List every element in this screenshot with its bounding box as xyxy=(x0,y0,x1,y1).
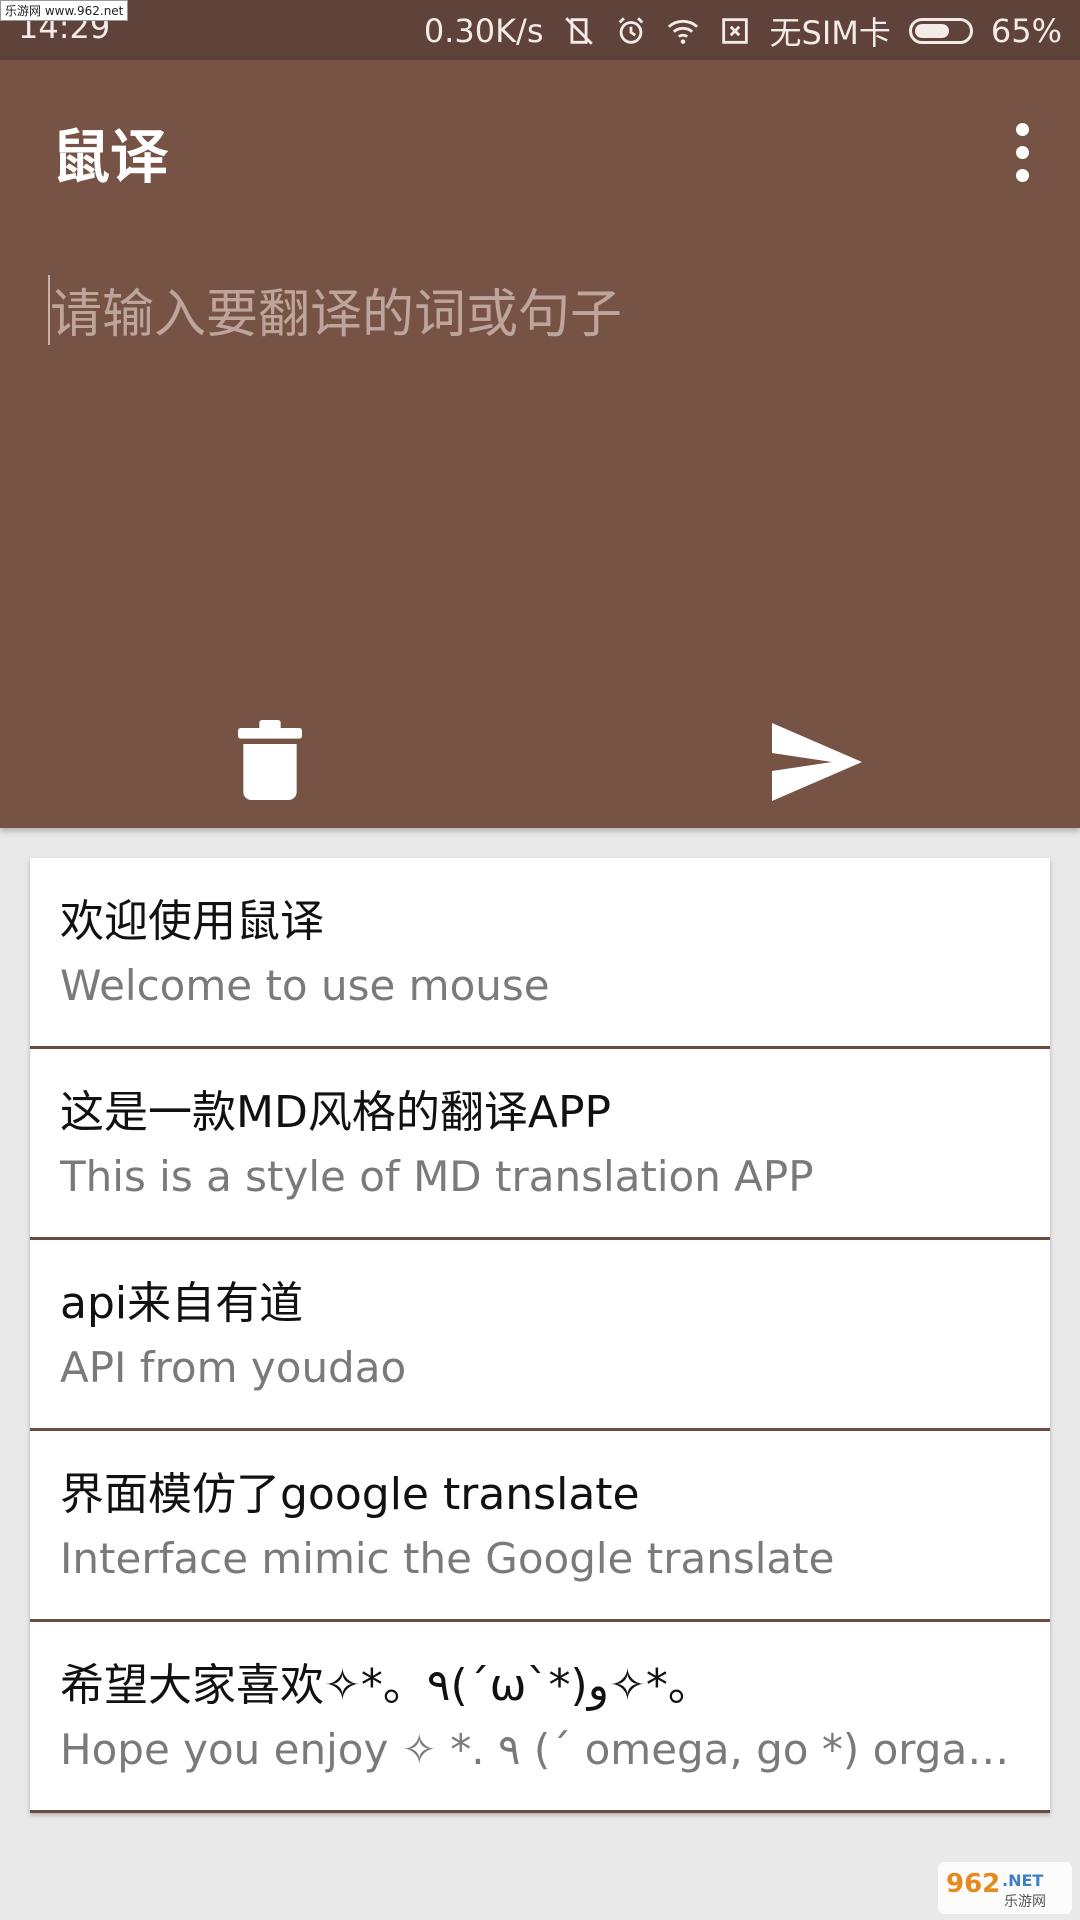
battery-percent: 65% xyxy=(990,12,1062,50)
list-item[interactable]: 欢迎使用鼠译 Welcome to use mouse xyxy=(30,858,1050,1049)
more-vert-icon-dot xyxy=(1015,145,1029,159)
svg-text:乐游网: 乐游网 xyxy=(1004,1894,1046,1910)
alarm-icon xyxy=(618,17,643,44)
translation-list: 欢迎使用鼠译 Welcome to use mouse 这是一款MD风格的翻译A… xyxy=(30,858,1050,1813)
trash-icon[interactable] xyxy=(238,720,302,800)
list-item-translation: This is a style of MD translation APP xyxy=(60,1152,814,1201)
watermark-top-left: 乐游网 www.962.net xyxy=(0,0,129,21)
list-item-source: 欢迎使用鼠译 xyxy=(60,896,324,947)
more-vert-icon-dot xyxy=(1015,168,1029,182)
app-header: 鼠译 xyxy=(0,60,1080,828)
list-item-translation: Interface mimic the Google translate xyxy=(60,1534,835,1583)
list-item-source: 这是一款MD风格的翻译APP xyxy=(60,1087,612,1138)
list-item-translation: Welcome to use mouse xyxy=(60,961,550,1010)
list-item[interactable]: 这是一款MD风格的翻译APP This is a style of MD tra… xyxy=(30,1049,1050,1240)
no-sim-icon xyxy=(721,18,748,44)
status-icons: 0.30K/s 无SIM卡 65% xyxy=(424,8,1062,54)
list-item-translation: Hope you enjoy ✧ *. ٩ (ˊ omega, go *) or… xyxy=(60,1725,1020,1774)
list-item[interactable]: api来自有道 API from youdao xyxy=(30,1240,1050,1431)
list-item-translation: API from youdao xyxy=(60,1343,407,1392)
list-item-source: 界面模仿了google translate xyxy=(60,1469,640,1520)
svg-text:.NET: .NET xyxy=(1002,1871,1043,1890)
wifi-icon xyxy=(667,19,698,44)
more-options-button[interactable] xyxy=(994,112,1050,192)
list-item[interactable]: 界面模仿了google translate Interface mimic th… xyxy=(30,1431,1050,1622)
network-speed: 0.30K/s xyxy=(423,12,544,50)
vibrate-off-icon xyxy=(564,17,593,45)
battery-icon xyxy=(908,18,973,44)
list-item-source: 希望大家喜欢✧*。٩(ˊωˋ*)و✧*。 xyxy=(60,1660,712,1711)
list-item-source: api来自有道 xyxy=(60,1278,304,1329)
watermark-logo: 962 .NET 乐游网 xyxy=(938,1862,1072,1914)
translate-input[interactable] xyxy=(48,270,1032,574)
send-icon[interactable] xyxy=(772,722,862,802)
app-title: 鼠译 xyxy=(52,123,169,191)
battery-fill xyxy=(914,24,949,38)
svg-text:962: 962 xyxy=(946,1869,1000,1899)
list-item[interactable]: 希望大家喜欢✧*。٩(ˊωˋ*)و✧*。 Hope you enjoy ✧ *.… xyxy=(30,1622,1050,1813)
status-bar: 14:29 0.30K/s 无SIM卡 65% xyxy=(0,0,1080,60)
more-vert-icon xyxy=(1015,122,1029,136)
carrier-label: 无SIM卡 xyxy=(769,14,891,52)
